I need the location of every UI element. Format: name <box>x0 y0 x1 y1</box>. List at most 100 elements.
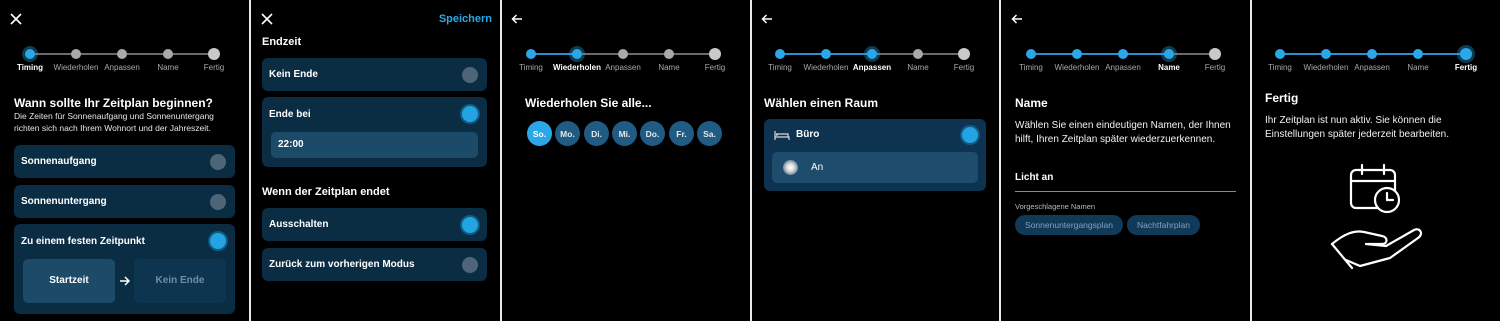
step-dot-wiederholen <box>821 49 831 59</box>
day-chip-tuesday[interactable]: Di. <box>584 121 609 146</box>
option-label: Ausschalten <box>269 219 329 230</box>
screen-name: Timing Wiederholen Anpassen Name Fertig … <box>1001 0 1250 321</box>
radio-button-selected[interactable] <box>210 233 226 249</box>
option-no-end[interactable]: Kein Ende <box>262 58 487 91</box>
step-label-fertig: Fertig <box>953 63 975 72</box>
arrow-left-icon[interactable] <box>758 10 776 28</box>
step-dot-fertig <box>1209 48 1221 60</box>
description-line-2: richten sich nach Ihrem Wohnort und der … <box>14 123 211 133</box>
day-chip-sunday[interactable]: So. <box>527 121 552 146</box>
screen-timing: Timing Wiederholen Anpassen Name Fertig … <box>0 0 249 321</box>
option-label: Kein Ende <box>269 69 318 80</box>
bed-icon <box>774 128 790 140</box>
step-dot-fertig <box>1460 48 1472 60</box>
option-end-at[interactable]: Ende bei 22:00 <box>262 97 487 167</box>
arrow-right-icon <box>118 274 132 288</box>
step-dot-name <box>163 49 173 59</box>
progress-stepper: Timing Wiederholen Anpassen Name Fertig <box>1252 46 1500 76</box>
option-fixed-time[interactable]: Zu einem festen Zeitpunkt Startzeit Kein… <box>14 224 235 314</box>
step-label-fertig: Fertig <box>704 63 726 72</box>
step-dot-timing <box>526 49 536 59</box>
progress-stepper: Timing Wiederholen Anpassen Name Fertig <box>0 46 249 76</box>
progress-stepper: Timing Wiederholen Anpassen Name Fertig <box>502 46 751 76</box>
day-chip-wednesday[interactable]: Mi. <box>612 121 637 146</box>
page-title: Fertig <box>1265 91 1299 105</box>
screen-wiederholen: Timing Wiederholen Anpassen Name Fertig … <box>502 0 751 321</box>
option-turn-off[interactable]: Ausschalten <box>262 208 487 241</box>
screen-anpassen: Timing Wiederholen Anpassen Name Fertig … <box>752 0 1001 321</box>
progress-stepper: Timing Wiederholen Anpassen Name Fertig <box>752 46 1001 76</box>
suggestion-chip[interactable]: Sonnenuntergangsplan <box>1015 215 1123 235</box>
step-dot-wiederholen <box>572 49 582 59</box>
screen-endzeit: Speichern Endzeit Kein Ende Ende bei 22:… <box>251 0 500 321</box>
arrow-left-icon[interactable] <box>508 10 526 28</box>
step-dot-wiederholen <box>1072 49 1082 59</box>
step-dot-timing <box>775 49 785 59</box>
end-time-button[interactable]: Kein Ende <box>134 259 226 303</box>
step-dot-anpassen <box>1367 49 1377 59</box>
radio-button-selected[interactable] <box>962 127 978 143</box>
close-icon[interactable] <box>7 10 25 28</box>
step-dot-fertig <box>208 48 220 60</box>
page-title: Name <box>1015 96 1048 110</box>
page-title: Wann sollte Ihr Zeitplan beginnen? <box>14 96 213 110</box>
end-time-field[interactable]: 22:00 <box>271 132 478 158</box>
name-input-value[interactable]: Licht an <box>1015 172 1053 183</box>
option-label: Zurück zum vorherigen Modus <box>269 259 415 270</box>
step-dot-name <box>664 49 674 59</box>
end-time-label: Kein Ende <box>155 275 205 286</box>
page-title: Wiederholen Sie alle... <box>525 96 652 110</box>
day-chip-friday[interactable]: Fr. <box>669 121 694 146</box>
page-title: Wählen einen Raum <box>764 96 879 110</box>
light-bulb-icon <box>783 160 798 175</box>
calendar-clock-hand-icon <box>1330 162 1426 272</box>
name-input-underline <box>1015 191 1236 192</box>
start-time-button[interactable]: Startzeit <box>23 259 115 303</box>
step-dot-wiederholen <box>1321 49 1331 59</box>
day-chip-thursday[interactable]: Do. <box>640 121 665 146</box>
step-dot-timing <box>25 49 35 59</box>
step-dot-name <box>913 49 923 59</box>
option-label: Ende bei <box>269 109 311 120</box>
option-sunrise[interactable]: Sonnenaufgang <box>14 145 235 178</box>
close-icon[interactable] <box>258 10 276 28</box>
section-heading-endzeit: Endzeit <box>262 36 302 48</box>
radio-button-selected[interactable] <box>462 106 478 122</box>
suggestions-label: Vorgeschlagene Namen <box>1015 202 1096 211</box>
radio-button[interactable] <box>210 154 226 170</box>
option-label: Sonnenaufgang <box>21 156 97 167</box>
step-dot-name <box>1164 49 1174 59</box>
screen-fertig: Timing Wiederholen Anpassen Name Fertig … <box>1252 0 1500 321</box>
step-dot-anpassen <box>1118 49 1128 59</box>
step-dot-timing <box>1275 49 1285 59</box>
step-dot-timing <box>1026 49 1036 59</box>
day-chip-saturday[interactable]: Sa. <box>697 121 722 146</box>
save-button[interactable]: Speichern <box>439 13 492 25</box>
arrow-left-icon[interactable] <box>1008 10 1026 28</box>
room-name: Büro <box>796 129 820 140</box>
onboarding-strip: Timing Wiederholen Anpassen Name Fertig … <box>0 0 1500 321</box>
day-chip-monday[interactable]: Mo. <box>555 121 580 146</box>
room-card[interactable]: Büro An <box>764 119 986 191</box>
description-line-1: Ihr Zeitplan ist nun aktiv. Sie können d… <box>1265 115 1442 126</box>
step-dot-wiederholen <box>71 49 81 59</box>
description-line-1: Wählen Sie einen eindeutigen Namen, der … <box>1015 120 1231 131</box>
radio-button-selected[interactable] <box>462 217 478 233</box>
progress-stepper: Timing Wiederholen Anpassen Name Fertig <box>1001 46 1250 76</box>
step-label-fertig: Fertig <box>203 63 225 72</box>
option-sunset[interactable]: Sonnenuntergang <box>14 185 235 218</box>
step-dot-anpassen <box>117 49 127 59</box>
radio-button[interactable] <box>462 257 478 273</box>
description-line-2: Einstellungen später jederzeit bearbeite… <box>1265 129 1450 140</box>
option-previous-mode[interactable]: Zurück zum vorherigen Modus <box>262 248 487 281</box>
radio-button[interactable] <box>210 194 226 210</box>
step-dot-fertig <box>958 48 970 60</box>
step-dot-name <box>1413 49 1423 59</box>
description-line-2: hilft, Ihren Zeitplan später wiederzuerk… <box>1015 134 1216 145</box>
light-state-label: An <box>811 162 824 173</box>
option-label: Zu einem festen Zeitpunkt <box>21 236 145 247</box>
section-heading-when-ends: Wenn der Zeitplan endet <box>262 186 390 198</box>
radio-button[interactable] <box>462 67 478 83</box>
light-state-row[interactable]: An <box>772 152 978 183</box>
suggestion-chip[interactable]: Nachtfahrplan <box>1127 215 1200 235</box>
